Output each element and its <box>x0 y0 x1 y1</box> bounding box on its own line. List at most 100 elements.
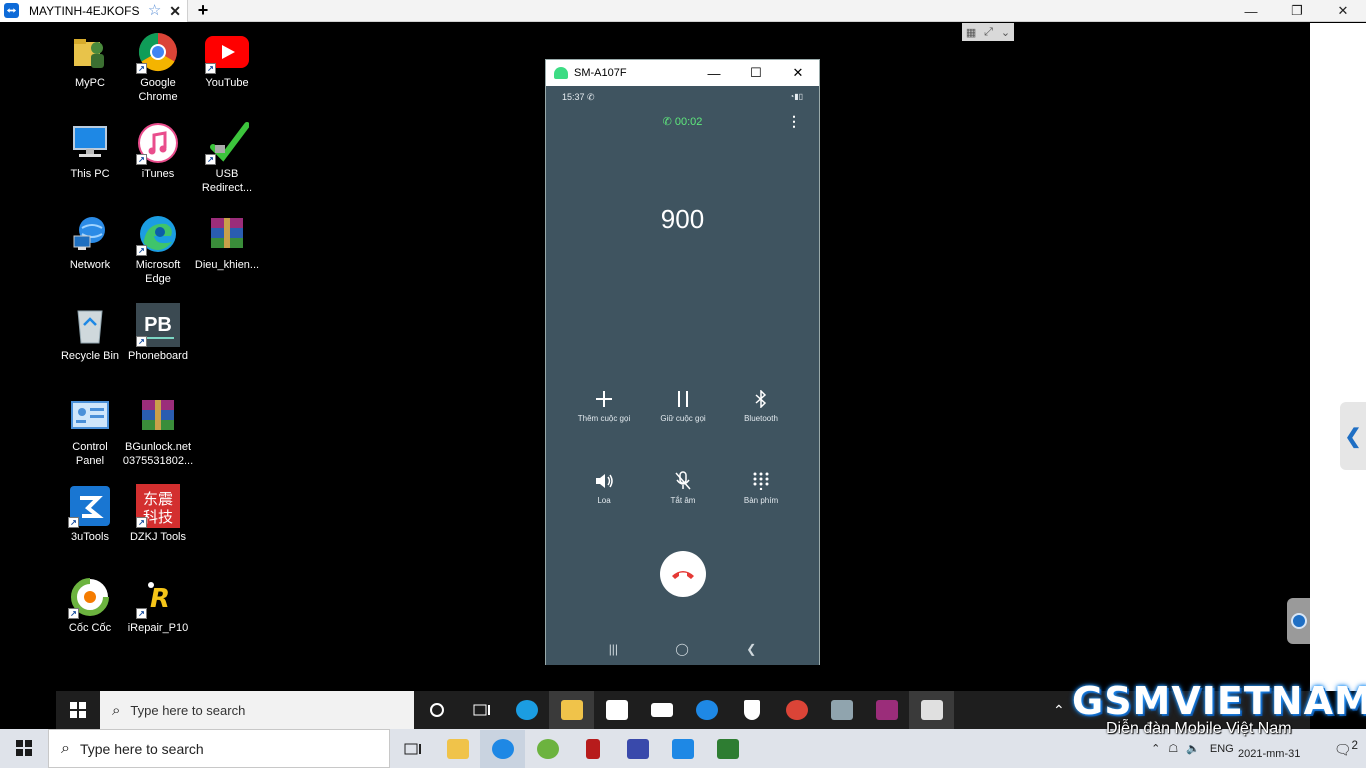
volume-icon[interactable]: 🔈 <box>1186 742 1200 755</box>
task-view-icon[interactable] <box>459 691 504 729</box>
teamviewer-side-widget[interactable] <box>1287 598 1310 644</box>
notification-center-button[interactable]: 🗨2 <box>1334 739 1358 759</box>
security-taskbar-icon[interactable] <box>729 691 774 729</box>
home-icon[interactable]: ◯ <box>675 642 688 656</box>
desktop-icon-coccoc[interactable]: ↗ Cốc Cốc <box>57 575 123 635</box>
hold-call-label: Giữ cuộc gọi <box>660 414 706 423</box>
desktop-icon-network[interactable]: Network <box>57 212 123 272</box>
desktop-icon-itunes[interactable]: ↗ iTunes <box>125 121 191 181</box>
bluetooth-button[interactable]: Bluetooth <box>718 388 804 423</box>
add-call-button[interactable]: Thêm cuộc gọi <box>561 388 647 423</box>
remote-toolbar-toggle[interactable]: ▦ ⤢ ⌄ <box>962 23 1014 41</box>
desktop-icon-edge[interactable]: ↗ Microsoft Edge <box>125 212 191 286</box>
call-timer-text: 00:02 <box>674 116 703 128</box>
remote-tool-taskbar-icon[interactable] <box>660 730 705 768</box>
phone-screen[interactable]: 15:37 ✆ ◔▮▯ ✆ 00:02 ⋮ 900 Thêm cuộc gọi … <box>546 86 819 665</box>
search-icon: ⌕ <box>61 739 70 757</box>
file-explorer-taskbar-icon[interactable] <box>435 730 480 768</box>
label-text: BGunlock.net 0375531802... <box>122 441 194 467</box>
task-view-icon[interactable] <box>390 730 435 768</box>
file-explorer-taskbar-icon[interactable] <box>549 691 594 729</box>
desktop-icon-dieu-khien[interactable]: Dieu_khien... <box>194 212 260 272</box>
tool-taskbar-icon[interactable] <box>570 730 615 768</box>
phone-minimize-button[interactable]: — <box>693 66 735 81</box>
store-taskbar-icon[interactable] <box>594 691 639 729</box>
desktop-icon-mypc[interactable]: MyPC <box>57 30 123 90</box>
end-call-button[interactable] <box>660 551 706 597</box>
local-start-button[interactable] <box>16 740 32 761</box>
phone-mirror-taskbar-icon[interactable] <box>909 691 954 729</box>
teamviewer-taskbar-icon[interactable] <box>480 729 525 768</box>
shortcut-arrow-icon: ↗ <box>205 154 216 165</box>
screen-root: MAYTINH-4EJKOFS ☆ ✕ + — ❐ ✕ ▦ ⤢ ⌄ ❮ MyPC… <box>0 0 1366 768</box>
desktop-icon-label: YouTube <box>205 77 249 89</box>
user-folder-icon <box>68 30 112 74</box>
keypad-button[interactable]: Bàn phím <box>718 470 804 505</box>
phone-close-button[interactable]: ✕ <box>777 65 819 81</box>
remote-search-box[interactable]: ⌕ Type here to search <box>100 691 414 729</box>
favorite-star-icon[interactable]: ☆ <box>148 3 161 18</box>
desktop-icon-3utools[interactable]: ↗ 3uTools <box>57 484 123 544</box>
close-tab-icon[interactable]: ✕ <box>169 4 181 18</box>
local-search-box[interactable]: ⌕ Type here to search <box>48 729 390 768</box>
network-tool-taskbar-icon[interactable] <box>615 730 660 768</box>
phone-window-titlebar[interactable]: SM-A107F — ☐ ✕ <box>546 60 819 86</box>
youtube-icon: ↗ <box>205 30 249 74</box>
search-icon: ⌕ <box>112 701 121 719</box>
plus-icon <box>595 388 613 410</box>
svg-text:东震: 东震 <box>143 490 173 508</box>
desktop-icon-chrome[interactable]: ↗ Google Chrome <box>125 30 191 104</box>
chrome-taskbar-icon[interactable] <box>774 691 819 729</box>
minimize-button[interactable]: — <box>1228 0 1274 22</box>
maximize-button[interactable]: ❐ <box>1274 0 1320 22</box>
shortcut-arrow-icon: ↗ <box>136 517 147 528</box>
mute-button[interactable]: Tắt âm <box>640 470 726 505</box>
remote-start-button[interactable] <box>56 691 100 729</box>
label-text: USB Redirect... <box>201 168 253 194</box>
tray-chevron-up-icon[interactable]: ⌃ <box>1053 702 1065 719</box>
shortcut-arrow-icon: ↗ <box>136 63 147 74</box>
desktop-icon-dzkj[interactable]: 东震 科技 ↗ DZKJ Tools <box>125 484 191 544</box>
teamviewer-taskbar-icon[interactable] <box>684 691 729 729</box>
tray-chevron-up-icon[interactable]: ⌃ <box>1151 742 1160 755</box>
gsmvietnam-watermark: GSMVIETNAM Diễn đàn Mobile Việt Nam <box>1072 680 1366 738</box>
desktop-icon-bgunlock[interactable]: BGunlock.net 0375531802... <box>122 394 194 468</box>
teamviewer-tab-bar: MAYTINH-4EJKOFS ☆ ✕ + — ❐ ✕ <box>0 0 1366 22</box>
recent-apps-icon[interactable]: ||| <box>609 642 618 656</box>
side-panel-toggle[interactable]: ❮ <box>1340 402 1366 470</box>
winrar-taskbar-icon[interactable] <box>864 691 909 729</box>
network-tray-icon[interactable]: ☖ <box>1168 742 1178 755</box>
cortana-icon[interactable] <box>414 691 459 729</box>
hold-call-button[interactable]: Giữ cuộc gọi <box>640 388 726 423</box>
shortcut-arrow-icon: ↗ <box>68 608 79 619</box>
call-timer: ✆ 00:02 <box>546 115 819 128</box>
close-window-button[interactable]: ✕ <box>1320 0 1366 22</box>
monitor-taskbar-icon[interactable] <box>705 730 750 768</box>
taskbar-date[interactable]: 2021-mm-31 <box>1238 748 1300 760</box>
desktop-icon-label: MyPC <box>75 77 105 89</box>
chrome-icon: ↗ <box>136 30 180 74</box>
session-tab[interactable]: MAYTINH-4EJKOFS ☆ ✕ <box>0 0 188 22</box>
back-icon[interactable]: ❮ <box>746 642 756 656</box>
desktop-icon-youtube[interactable]: ↗ YouTube <box>194 30 260 90</box>
irepair-icon: R ↗ <box>136 575 180 619</box>
more-options-icon[interactable]: ⋮ <box>787 113 801 130</box>
printer-taskbar-icon[interactable] <box>819 691 864 729</box>
desktop-icon-thispc[interactable]: This PC <box>57 121 123 181</box>
desktop-icon-recycle-bin[interactable]: Recycle Bin <box>57 303 123 363</box>
edge-taskbar-icon[interactable] <box>504 691 549 729</box>
phone-maximize-button[interactable]: ☐ <box>735 65 777 81</box>
desktop-icon-irepair[interactable]: R ↗ iRepair_P10 <box>125 575 191 635</box>
speaker-button[interactable]: Loa <box>561 470 647 505</box>
keypad-icon <box>753 470 769 492</box>
language-indicator[interactable]: ENG <box>1210 743 1234 755</box>
label-text: Microsoft Edge <box>135 259 181 285</box>
mail-taskbar-icon[interactable] <box>639 691 684 729</box>
desktop-icon-control-panel[interactable]: Control Panel <box>57 394 123 468</box>
windows-logo-icon <box>70 702 86 718</box>
desktop-icon-phoneboard[interactable]: PB ↗ Phoneboard <box>125 303 191 363</box>
desktop-icon-usb-redirect[interactable]: ↗ USB Redirect... <box>194 121 260 195</box>
teamviewer-widget-icon <box>1290 613 1307 629</box>
new-tab-button[interactable]: + <box>192 0 214 22</box>
coccoc-taskbar-icon[interactable] <box>525 730 570 768</box>
